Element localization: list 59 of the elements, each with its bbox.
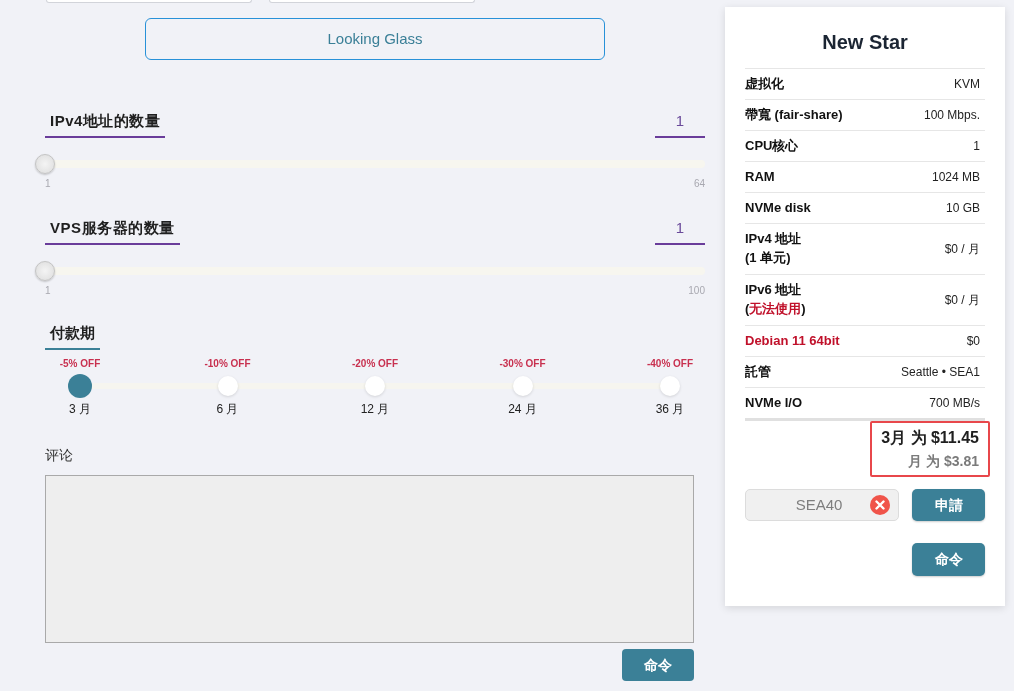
spec-value: 1	[973, 138, 981, 155]
order-button[interactable]: 命令	[912, 543, 985, 576]
field-label: VPS服务器的数量	[45, 219, 180, 245]
spec-label: 帶寬 (fair-share)	[745, 106, 843, 124]
slider-min-label: 1	[45, 285, 51, 297]
period-label: 36 月	[655, 402, 685, 416]
spec-value: KVM	[954, 76, 981, 93]
spec-value: Seattle • SEA1	[901, 364, 981, 381]
spec-label: 虚拟化	[745, 75, 784, 93]
spec-note: (1 单元)	[745, 249, 792, 267]
spec-label: Debian 11 64bit	[745, 332, 840, 350]
discount-label: -10% OFF	[204, 358, 251, 370]
spec-label: IPv4 地址	[745, 230, 802, 248]
slider-thumb[interactable]	[35, 261, 55, 281]
spec-label: 託管	[745, 363, 771, 381]
field-label: IPv4地址的数量	[45, 112, 166, 138]
period-label: 6 月	[216, 402, 239, 416]
order-button[interactable]: 命令	[622, 649, 694, 681]
quantity-input[interactable]: 1	[655, 112, 705, 138]
period-radio[interactable]	[512, 376, 533, 396]
looking-glass-button[interactable]: Looking Glass	[145, 18, 605, 60]
spec-value: $0	[966, 333, 981, 350]
spec-value: 1024 MB	[931, 169, 981, 186]
coupon-field[interactable]: SEA40	[745, 489, 899, 521]
spec-note: (无法使用)	[745, 300, 806, 318]
comment-label: 评论	[45, 446, 73, 464]
period-radio[interactable]	[660, 376, 680, 396]
card-title: New Star	[821, 30, 909, 54]
spec-label: IPv6 地址	[745, 281, 803, 299]
discount-label: -20% OFF	[351, 358, 399, 370]
period-radio[interactable]	[217, 376, 238, 396]
spec-label: NVMe I/O	[745, 394, 803, 412]
spec-label: NVMe disk	[745, 199, 811, 217]
spec-label: RAM	[745, 168, 775, 186]
slider-max-label: 100	[688, 285, 705, 297]
monthly-price: 月 为 $3.81	[908, 452, 979, 471]
spec-value: 100 Mbps.	[923, 107, 981, 124]
discount-label: -40% OFF	[646, 358, 694, 370]
spec-value: $0 / 月	[944, 241, 981, 258]
total-price: 3月 为 $11.45	[881, 428, 979, 448]
spec-value: 10 GB	[945, 200, 981, 217]
field-label: 付款期	[45, 324, 100, 350]
apply-button[interactable]: 申請	[912, 489, 985, 521]
comment-field[interactable]	[45, 475, 694, 643]
slider-thumb[interactable]	[35, 154, 55, 174]
discount-label: -30% OFF	[499, 358, 546, 370]
spec-label: CPU核心	[745, 137, 799, 155]
slider-max-label: 64	[693, 178, 705, 190]
period-radio[interactable]	[68, 374, 92, 398]
spec-value: 700 MB/s	[929, 395, 981, 412]
slider-min-label: 1	[45, 178, 51, 190]
period-label: 24 月	[508, 402, 537, 416]
discount-label: -5% OFF	[59, 358, 101, 370]
spec-value: $0 / 月	[944, 292, 981, 309]
period-radio[interactable]	[365, 376, 385, 396]
clear-icon[interactable]	[870, 495, 890, 515]
period-label: 3 月	[69, 402, 91, 416]
period-label: 12 月	[360, 402, 390, 416]
quantity-input[interactable]: 1	[655, 219, 705, 245]
